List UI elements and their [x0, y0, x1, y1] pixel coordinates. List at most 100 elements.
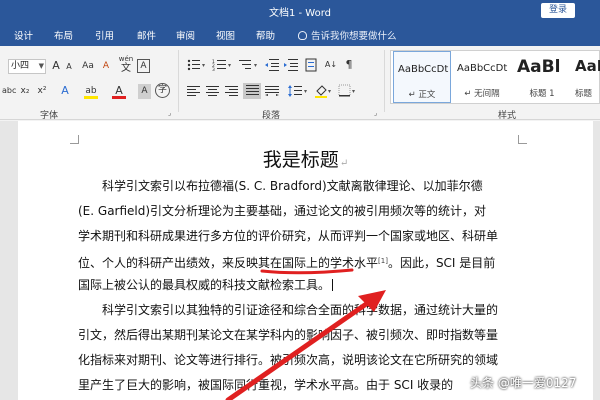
show-marks-button[interactable]: ¶ — [342, 58, 356, 73]
style-normal[interactable]: AaBbCcDt ↵ 正文 — [393, 51, 451, 103]
borders-button[interactable]: ▾ — [338, 84, 358, 99]
style-name: ↵ 无间隔 — [464, 89, 500, 99]
paragraph-dialog-launcher-icon[interactable]: ⌟ — [374, 109, 377, 117]
styles-gallery: AaBbCcDt ↵ 正文 AaBbCcDt ↵ 无间隔 AaBl 标题 1 A… — [390, 50, 600, 104]
subscript-button[interactable]: x₂ — [18, 84, 32, 99]
strikethrough-button[interactable]: abc — [2, 84, 16, 99]
text-segment: 位、个人的科研产出绩效，来反映其在国际上的学术水平 — [78, 256, 379, 270]
align-left-button[interactable] — [186, 84, 202, 99]
tab-help[interactable]: 帮助 — [256, 28, 275, 42]
change-case-button[interactable]: Aa — [80, 59, 96, 74]
numbering-icon: 123▾ — [212, 59, 231, 73]
document-area: 我是标题↵ 科学引文索引以布拉德福(S. C. Bradford)文献离散律理论… — [0, 121, 600, 400]
shading-button[interactable]: ▾ — [314, 84, 334, 99]
phonetic-char: 文 — [121, 63, 131, 74]
group-label-styles: 样式 — [498, 111, 517, 121]
increase-indent-icon — [284, 59, 298, 71]
citation-superscript[interactable]: [1] — [378, 257, 388, 265]
align-center-button[interactable] — [205, 84, 221, 99]
bullets-button[interactable]: ▾ — [186, 58, 208, 73]
text-line: 化指标来对期刊、论文等进行排行。被引频次高，说明该论文在它所研究的领域 — [78, 353, 499, 367]
style-sample: AaBl — [575, 57, 600, 75]
document-heading[interactable]: 我是标题↵ — [18, 145, 593, 172]
window-title: 文档1 - Word — [268, 8, 332, 19]
chinese-layout-icon — [305, 58, 317, 72]
svg-text:▾: ▾ — [202, 62, 205, 69]
align-right-button[interactable] — [224, 84, 240, 99]
svg-text:▾: ▾ — [254, 62, 257, 69]
paint-bucket-icon: ▾ — [315, 85, 331, 98]
group-label-font: 字体 — [40, 111, 59, 121]
chevron-down-icon: ▼ — [38, 62, 44, 70]
highlight-button[interactable]: ab — [84, 84, 98, 99]
style-title[interactable]: AaBl 标题 — [571, 51, 600, 103]
text-cursor — [332, 279, 334, 291]
bullets-icon: ▾ — [187, 59, 205, 71]
align-left-icon — [187, 86, 200, 96]
clear-format-button[interactable]: A — [100, 59, 112, 74]
style-no-spacing[interactable]: AaBbCcDt ↵ 无间隔 — [453, 51, 511, 103]
decrease-indent-button[interactable] — [264, 58, 280, 73]
numbering-button[interactable]: 1 2 3 ▾ — [212, 58, 234, 73]
style-name: 标题 — [575, 89, 593, 99]
font-dialog-launcher-icon[interactable]: ⌟ — [168, 109, 171, 117]
char-shading-button[interactable]: A — [138, 84, 151, 99]
line-spacing-icon: ▾ — [288, 85, 307, 97]
style-name: ↵ 正文 — [408, 90, 436, 100]
font-size-select[interactable]: 小四 ▼ — [8, 59, 46, 74]
text-line: (E. Garfield)引文分析理论为主要基础，通过论文的被引用频次等的统计，… — [78, 204, 487, 218]
tab-mailings[interactable]: 邮件 — [137, 28, 156, 42]
sort-button[interactable]: A↓ — [323, 58, 339, 73]
decrease-indent-icon — [265, 59, 279, 71]
style-heading-1[interactable]: AaBl 标题 1 — [513, 51, 571, 103]
svg-text:3: 3 — [212, 67, 215, 72]
tab-layout[interactable]: 布局 — [54, 28, 73, 42]
multilevel-list-button[interactable]: ▾ — [238, 58, 260, 73]
lightbulb-icon — [298, 31, 307, 40]
page-corner-mark — [70, 135, 79, 144]
line-spacing-button[interactable]: ▾ — [287, 84, 309, 99]
font-color-button[interactable]: A — [112, 84, 126, 99]
svg-text:▾: ▾ — [352, 88, 355, 95]
grow-font-button[interactable]: A — [50, 59, 62, 74]
char-border-button[interactable]: A — [137, 59, 150, 73]
text-line: 科学引文索引以其独特的引证途径和综合全面的科学数据，通过统计大量的 — [102, 303, 499, 317]
text-line: 里产生了巨大的影响，被国际同行重视，学术水平高。由于 SCI 收录的 — [78, 378, 454, 392]
text-line: 科学引文索引以布拉德福(S. C. Bradford)文献离散律理论、以加菲尔德 — [102, 179, 483, 193]
chinese-layout-button[interactable] — [304, 58, 320, 73]
borders-icon: ▾ — [338, 84, 355, 97]
distributed-icon — [265, 86, 279, 96]
paragraph-mark: ↵ — [339, 158, 349, 169]
heading-text: 我是标题 — [262, 149, 339, 171]
tab-view[interactable]: 视图 — [216, 28, 235, 42]
group-label-paragraph: 段落 — [262, 111, 281, 121]
text-line: 位、个人的科研产出绩效，来反映其在国际上的学术水平[1]。因此，SCI 是目前 — [78, 254, 495, 270]
svg-text:▾: ▾ — [328, 88, 331, 95]
tab-references[interactable]: 引用 — [95, 28, 114, 42]
multilevel-list-icon: ▾ — [239, 60, 257, 69]
shrink-font-button[interactable]: A — [64, 60, 74, 75]
svg-text:▾: ▾ — [304, 88, 307, 95]
text-effects-button[interactable]: A — [58, 84, 72, 99]
tab-review[interactable]: 审阅 — [176, 28, 195, 42]
text-line: 引文，然后得出某期刊某论文在某学科内的影响因子、被引频次、即时指数等量 — [78, 328, 499, 342]
enclose-char-button[interactable]: 字 — [155, 83, 170, 98]
phonetic-guide-button[interactable]: wén 文 — [118, 55, 134, 75]
align-right-icon — [225, 86, 238, 96]
style-sample: AaBl — [517, 57, 561, 77]
distributed-button[interactable] — [264, 84, 280, 99]
text-segment: 。因此，SCI 是目前 — [387, 256, 496, 270]
tab-design[interactable]: 设计 — [14, 28, 33, 42]
align-center-icon — [206, 86, 219, 96]
document-page[interactable]: 我是标题↵ 科学引文索引以布拉德福(S. C. Bradford)文献离散律理论… — [18, 121, 593, 400]
justify-button[interactable] — [243, 83, 261, 99]
justify-icon — [246, 85, 259, 95]
tell-me-search[interactable]: 告诉我你想要做什么 — [298, 28, 397, 42]
tell-me-text: 告诉我你想要做什么 — [311, 31, 397, 42]
svg-text:▾: ▾ — [228, 62, 231, 69]
text-line: 学术期刊和科研成果进行多方位的评价研究，从而评判一个国家或地区、科研单 — [78, 229, 499, 243]
page-corner-mark — [518, 135, 527, 144]
superscript-button[interactable]: x² — [35, 84, 49, 99]
login-button[interactable]: 登录 — [541, 3, 575, 18]
increase-indent-button[interactable] — [283, 58, 299, 73]
